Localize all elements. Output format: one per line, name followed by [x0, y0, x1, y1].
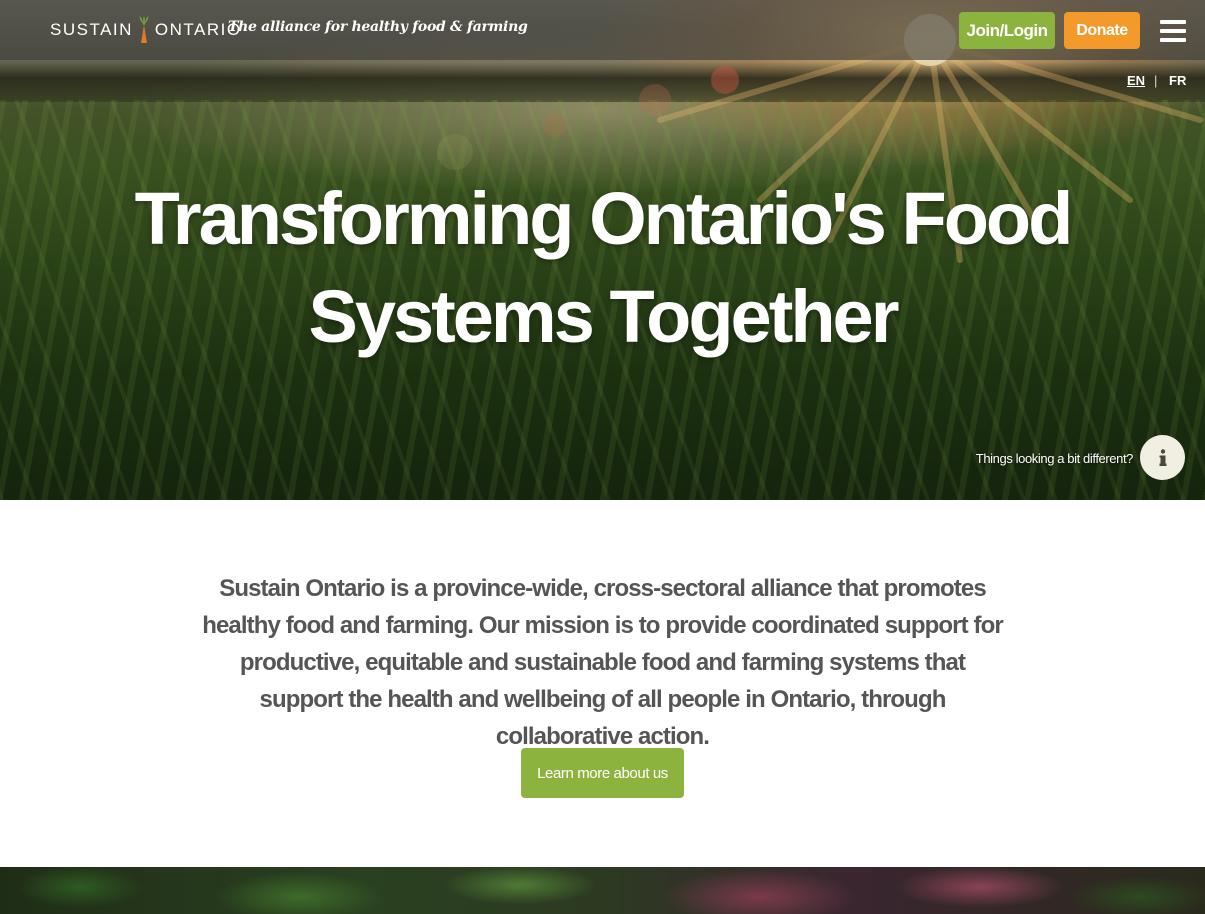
carrot-logo-icon	[139, 16, 149, 43]
language-separator: |	[1154, 73, 1158, 88]
language-switcher: EN | FR	[1120, 73, 1190, 91]
hamburger-line	[1160, 29, 1186, 33]
hero-title: Transforming Ontario's Food Systems Toge…	[134, 177, 1074, 358]
info-button[interactable]	[1140, 435, 1185, 480]
learn-more-button[interactable]: Learn more about us	[521, 748, 684, 798]
hamburger-line	[1160, 20, 1186, 24]
join-login-button[interactable]: Join/Login	[959, 12, 1055, 49]
hamburger-line	[1160, 38, 1186, 42]
mission-statement: Sustain Ontario is a province-wide, cros…	[202, 575, 1003, 750]
info-icon	[1159, 448, 1166, 466]
donate-button[interactable]: Donate	[1064, 12, 1140, 49]
logo-text-sustain: SUSTAIN	[50, 20, 133, 39]
site-logo[interactable]: SUSTAIN ONTARIO	[50, 14, 242, 46]
site-header: SUSTAIN ONTARIO The alliance for healthy…	[0, 0, 1205, 60]
language-fr-link[interactable]: FR	[1169, 73, 1186, 88]
hamburger-menu-icon[interactable]	[1160, 20, 1186, 42]
info-prompt-text: Things looking a bit different?	[975, 451, 1134, 466]
language-en-link[interactable]: EN	[1127, 73, 1145, 88]
site-tagline: The alliance for healthy food & farming	[228, 19, 528, 35]
hero-banner: Transforming Ontario's Food Systems Toge…	[0, 0, 1205, 500]
vegetables-banner-image	[0, 867, 1205, 914]
